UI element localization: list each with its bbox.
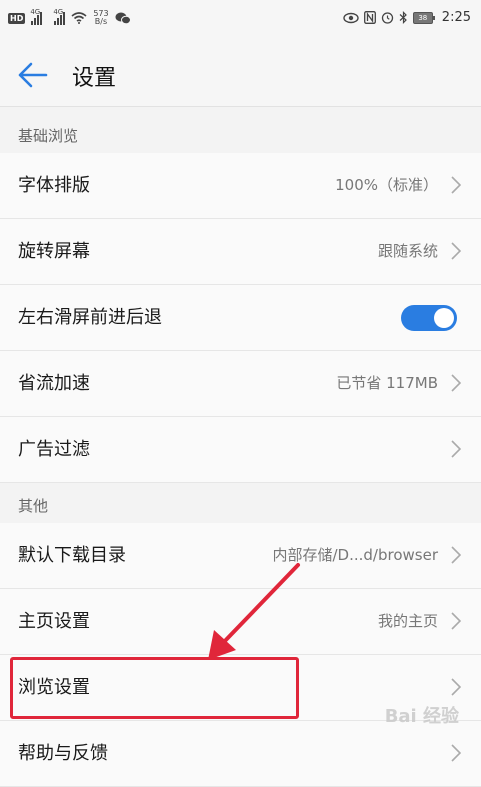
signal-icon: 4G	[30, 8, 43, 25]
chevron-right-icon	[451, 612, 461, 630]
highlight-box	[10, 657, 299, 719]
setting-value: 已节省 117MB	[336, 374, 438, 392]
setting-label: 省流加速	[18, 373, 90, 394]
setting-value: 我的主页	[377, 612, 438, 630]
chevron-right-icon	[451, 744, 461, 762]
chevron-right-icon	[451, 678, 461, 696]
setting-label: 字体排版	[18, 175, 90, 196]
status-bar: HD 4G 4G 573 B/s 38 2:25	[0, 0, 481, 42]
status-right: 38 2:25	[343, 10, 471, 25]
setting-row-rotate-screen[interactable]: 旋转屏幕 跟随系统	[0, 219, 481, 285]
network-type-label: 4G	[30, 8, 41, 16]
section-header-other: 其他	[0, 489, 481, 523]
setting-row-font-layout[interactable]: 字体排版 100%（标准）	[0, 153, 481, 219]
toggle-knob	[434, 308, 454, 328]
app-header: 设置	[0, 42, 481, 107]
setting-label: 旋转屏幕	[18, 241, 90, 262]
setting-row-homepage[interactable]: 主页设置 我的主页	[0, 589, 481, 655]
section-header-basic: 基础浏览	[0, 119, 481, 153]
chevron-right-icon	[451, 546, 461, 564]
chevron-right-icon	[451, 176, 461, 194]
setting-label: 主页设置	[18, 611, 90, 632]
chevron-right-icon	[451, 374, 461, 392]
chevron-right-icon	[451, 242, 461, 260]
network-type-label: 4G	[53, 8, 64, 16]
nfc-icon	[363, 11, 376, 24]
setting-row-download-dir[interactable]: 默认下载目录 内部存储/D...d/browser	[0, 523, 481, 589]
setting-label: 广告过滤	[18, 439, 90, 460]
wechat-icon	[115, 12, 131, 24]
setting-label: 默认下载目录	[18, 545, 126, 566]
wifi-icon	[71, 12, 87, 24]
status-left: HD 4G 4G 573 B/s	[8, 8, 131, 26]
clock-time: 2:25	[441, 10, 471, 25]
back-arrow-icon[interactable]	[18, 62, 48, 88]
signal-icon: 4G	[53, 8, 66, 25]
swipe-navigation-toggle[interactable]	[401, 305, 457, 331]
setting-value: 跟随系统	[377, 242, 438, 260]
watermark: Bai 经验	[384, 706, 459, 727]
bluetooth-icon	[399, 11, 407, 24]
setting-row-help-feedback[interactable]: 帮助与反馈	[0, 721, 481, 787]
eye-icon	[343, 12, 359, 23]
setting-row-swipe-navigation: 左右滑屏前进后退	[0, 285, 481, 351]
setting-label: 帮助与反馈	[18, 743, 108, 764]
setting-value: 内部存储/D...d/browser	[272, 546, 439, 564]
alarm-icon	[381, 12, 393, 24]
chevron-right-icon	[451, 440, 461, 458]
setting-row-ad-filter[interactable]: 广告过滤	[0, 417, 481, 483]
page-title: 设置	[72, 66, 117, 91]
hd-badge: HD	[8, 12, 26, 24]
setting-label: 左右滑屏前进后退	[18, 307, 162, 328]
setting-row-data-saver[interactable]: 省流加速 已节省 117MB	[0, 351, 481, 417]
battery-icon: 38	[412, 11, 435, 24]
setting-value: 100%（标准）	[335, 176, 438, 194]
speed-unit: B/s	[94, 17, 108, 26]
network-speed: 573 B/s	[93, 10, 108, 26]
